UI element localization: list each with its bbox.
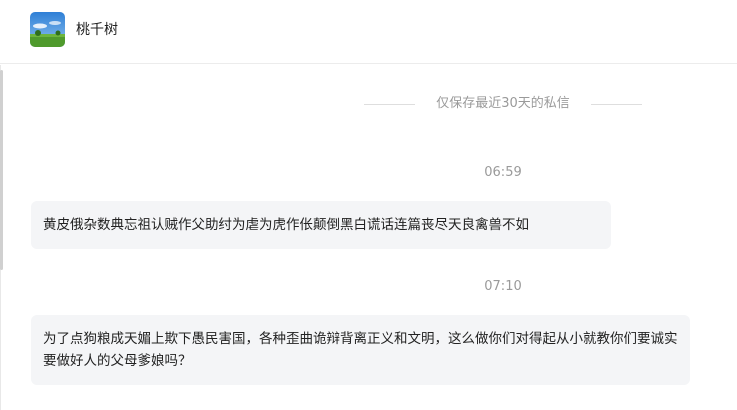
message-timestamp: 07:10 (484, 279, 522, 294)
retention-notice-text: 仅保存最近30天的私信 (436, 96, 570, 111)
message-bubble[interactable]: 为了点狗粮成天媚上欺下愚民害国，各种歪曲诡辩背离正义和文明，这么做你们对得起从小… (31, 315, 690, 385)
avatar[interactable] (30, 12, 65, 47)
message-timestamp: 06:59 (484, 165, 522, 180)
notice-divider-right (591, 104, 642, 105)
retention-notice: 仅保存最近30天的私信 (364, 94, 642, 114)
chat-header: 桃千树 (0, 0, 737, 64)
notice-divider-left (364, 104, 415, 105)
message-bubble[interactable]: 黄皮俄杂数典忘祖认贼作父助纣为虐为虎作伥颠倒黑白谎话连篇丧尽天良禽兽不如 (31, 201, 611, 249)
contact-name[interactable]: 桃千树 (76, 20, 118, 40)
scrollbar[interactable] (0, 70, 3, 270)
landscape-avatar-icon (30, 12, 65, 47)
